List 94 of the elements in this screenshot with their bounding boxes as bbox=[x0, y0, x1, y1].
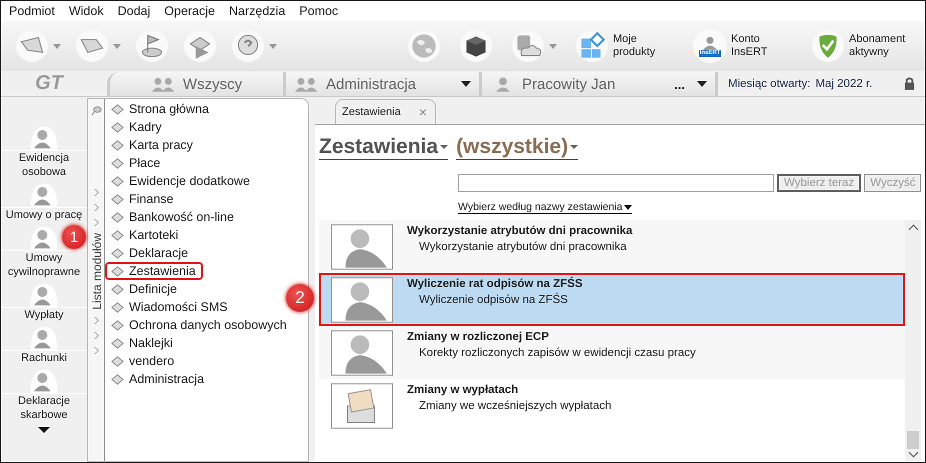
toolbar-button[interactable]: Abonament aktywny bbox=[809, 27, 913, 65]
module-icon bbox=[111, 282, 124, 296]
module-item[interactable]: Zestawienia bbox=[105, 262, 203, 280]
module-item[interactable]: Strona główna bbox=[105, 100, 216, 118]
menu-item[interactable]: Widok bbox=[68, 4, 104, 18]
module-icon bbox=[111, 228, 124, 242]
report-title: Wykorzystanie atrybutów dni pracownika bbox=[407, 225, 632, 237]
report-description: Korekty rozliczonych zapisów w ewidencji czasu pracy bbox=[418, 347, 696, 359]
month-value: Maj 2022 r. bbox=[815, 78, 872, 90]
sidebar-item[interactable]: Umowy cywilnoprawne bbox=[2, 250, 86, 279]
module-item[interactable]: Deklaracje bbox=[105, 244, 196, 262]
sidebar-item[interactable]: Umowy o pracę bbox=[2, 207, 86, 222]
module-icon bbox=[111, 192, 124, 206]
menu-item[interactable]: Dodaj bbox=[118, 4, 150, 18]
module-item[interactable]: Finanse bbox=[105, 190, 180, 208]
module-icon bbox=[111, 156, 124, 170]
more-button[interactable]: ... bbox=[674, 76, 685, 92]
sidebar-item[interactable]: Wypłaty bbox=[2, 307, 86, 322]
module-item[interactable]: Ewidencje dodatkowe bbox=[105, 172, 257, 190]
report-row[interactable]: Zmiany w wypłatach Zmiany we wcześniejszych wypłatach bbox=[319, 379, 905, 432]
module-icon bbox=[111, 246, 124, 260]
people-icon bbox=[150, 76, 177, 92]
module-item[interactable]: Wiadomości SMS bbox=[105, 298, 235, 316]
pin-icon[interactable] bbox=[90, 105, 102, 116]
module-item[interactable]: Bankowość on-line bbox=[105, 208, 241, 226]
step-marker: 1 bbox=[62, 225, 86, 249]
caret-icon[interactable] bbox=[697, 81, 707, 87]
report-description: Zmiany we wcześniejszych wypłatach bbox=[418, 400, 612, 412]
sidebar-item[interactable]: Ewidencja osobowa bbox=[2, 150, 86, 179]
shield-icon[interactable] bbox=[811, 29, 845, 63]
module-item[interactable]: Naklejki bbox=[105, 334, 180, 352]
module-item[interactable]: Karta pracy bbox=[105, 136, 200, 154]
context-tab[interactable]: Wszyscy bbox=[107, 72, 283, 96]
menu-item[interactable]: Pomoc bbox=[299, 4, 338, 18]
module-item[interactable]: vendero bbox=[105, 352, 182, 370]
search-field[interactable] bbox=[458, 174, 774, 192]
report-description: Wykorzystanie atrybutów dni pracownika bbox=[418, 241, 628, 253]
toolbar-icon[interactable] bbox=[15, 29, 49, 63]
context-tab[interactable]: Pracowity Jan ... bbox=[479, 72, 715, 96]
module-icon bbox=[111, 120, 124, 134]
menu-item[interactable]: Operacje bbox=[164, 4, 215, 18]
module-icon bbox=[111, 372, 124, 386]
logo: GT bbox=[34, 72, 66, 95]
month-label: Miesiąc otwarty: bbox=[728, 78, 810, 90]
report-title: Zmiany w wypłatach bbox=[407, 384, 520, 396]
report-row[interactable]: Wyliczenie rat odpisów na ZFŚS Wyliczenie odpisów na ZFŚS bbox=[319, 273, 905, 326]
panel-title: Lista modułów bbox=[90, 233, 102, 310]
module-item[interactable]: Ochrona danych osobowych bbox=[105, 316, 294, 334]
report-category-dropdown[interactable]: Zestawienia bbox=[319, 135, 448, 160]
report-row[interactable]: Wykorzystanie atrybutów dni pracownika Wykorzystanie atrybutów dni pracownika bbox=[319, 220, 905, 273]
people-icon bbox=[294, 76, 320, 92]
report-title: Wyliczenie rat odpisów na ZFŚS bbox=[407, 278, 583, 290]
sidebar-item[interactable]: Deklaracje skarbowe bbox=[2, 393, 86, 422]
lock-icon[interactable] bbox=[904, 77, 915, 90]
module-icon bbox=[111, 300, 124, 314]
tiles-icon[interactable] bbox=[575, 29, 609, 63]
module-item[interactable]: Administracja bbox=[105, 370, 212, 388]
report-row[interactable]: Zmiany w rozliczonej ECP Korekty rozliczonych zapisów w ewidencji czasu pracy bbox=[319, 326, 905, 379]
caret-icon[interactable] bbox=[461, 81, 471, 87]
module-item[interactable]: Kadry bbox=[105, 118, 169, 136]
module-icon bbox=[111, 354, 124, 368]
report-title: Zmiany w rozliczonej ECP bbox=[407, 331, 550, 343]
document-tab[interactable]: Zestawienia × bbox=[335, 99, 436, 124]
menu-item[interactable]: Podmiot bbox=[9, 4, 55, 18]
toolbar-icon[interactable] bbox=[75, 29, 109, 63]
module-icon bbox=[111, 264, 124, 278]
module-icon bbox=[111, 210, 124, 224]
module-item[interactable]: Kartoteki bbox=[105, 226, 186, 244]
person-icon bbox=[701, 36, 719, 50]
sidebar-item[interactable]: Rachunki bbox=[2, 350, 86, 365]
filter-dropdown[interactable]: (wszystkie) bbox=[456, 135, 578, 160]
module-icon bbox=[111, 102, 124, 116]
scroll-down-icon[interactable] bbox=[38, 427, 50, 433]
person-icon bbox=[331, 224, 393, 270]
person-icon bbox=[331, 330, 393, 376]
toolbar-button[interactable]: Moje produkty bbox=[573, 27, 677, 65]
module-item[interactable]: Płace bbox=[105, 154, 168, 172]
module-icon bbox=[111, 138, 124, 152]
toolbar-label[interactable]: Moje produkty bbox=[613, 33, 675, 59]
person-icon bbox=[331, 276, 393, 322]
banknotes-icon bbox=[331, 382, 393, 428]
module-item[interactable]: Definicje bbox=[105, 280, 184, 298]
menu-item[interactable]: Narzędzia bbox=[229, 4, 286, 18]
context-tab[interactable]: Administracja bbox=[283, 72, 479, 96]
toolbar-label[interactable]: Konto InsERT bbox=[731, 33, 793, 59]
report-description: Wyliczenie odpisów na ZFŚS bbox=[418, 294, 569, 306]
toolbar-icon[interactable] bbox=[231, 29, 265, 63]
module-icon bbox=[111, 174, 124, 188]
scrollbar[interactable] bbox=[905, 220, 921, 462]
module-icon bbox=[111, 318, 124, 332]
toolbar-label[interactable]: Abonament aktywny bbox=[849, 33, 911, 59]
cloud-icon[interactable] bbox=[511, 29, 545, 63]
module-icon bbox=[111, 336, 124, 350]
search-mode-link[interactable]: Wybierz według nazwy zestawienia bbox=[458, 201, 632, 214]
